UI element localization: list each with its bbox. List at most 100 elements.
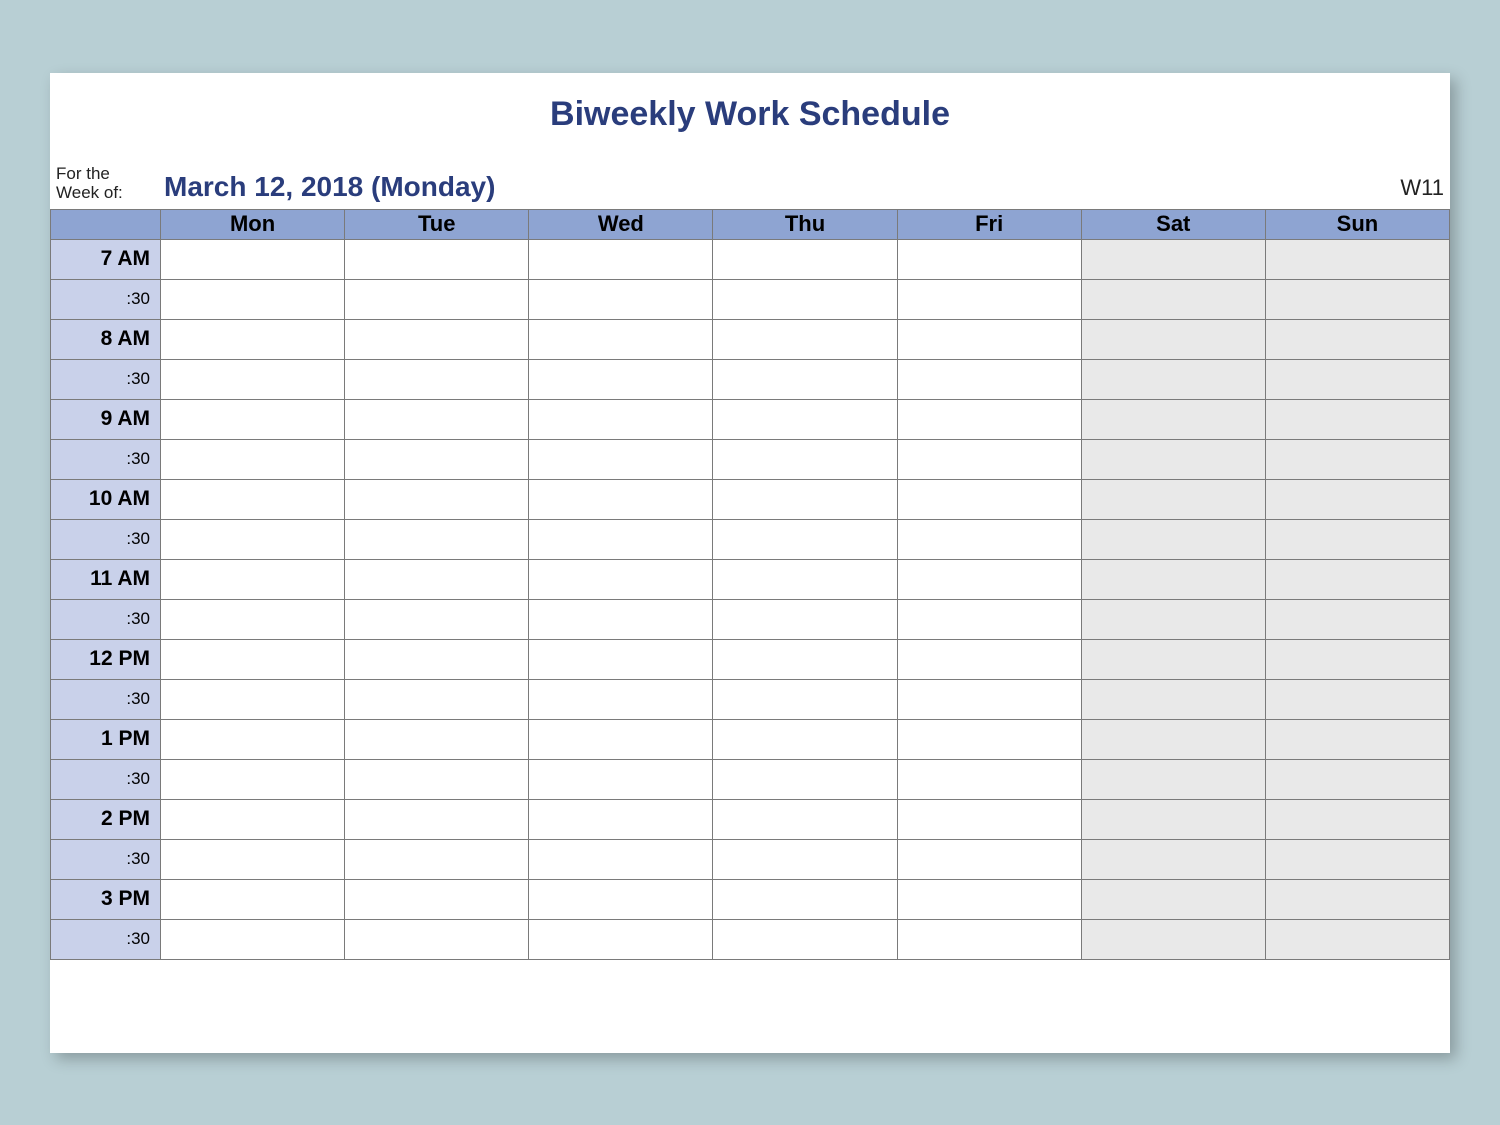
schedule-cell[interactable] <box>1081 399 1265 439</box>
schedule-cell[interactable] <box>1265 639 1449 679</box>
schedule-cell[interactable] <box>345 639 529 679</box>
schedule-cell[interactable] <box>713 839 897 879</box>
schedule-cell[interactable] <box>1265 679 1449 719</box>
schedule-cell[interactable] <box>1081 919 1265 959</box>
schedule-cell[interactable] <box>529 799 713 839</box>
schedule-cell[interactable] <box>1081 799 1265 839</box>
schedule-cell[interactable] <box>529 519 713 559</box>
schedule-cell[interactable] <box>897 439 1081 479</box>
schedule-cell[interactable] <box>161 399 345 439</box>
schedule-cell[interactable] <box>1265 399 1449 439</box>
schedule-cell[interactable] <box>345 879 529 919</box>
schedule-cell[interactable] <box>897 599 1081 639</box>
schedule-cell[interactable] <box>529 719 713 759</box>
schedule-cell[interactable] <box>1265 319 1449 359</box>
schedule-cell[interactable] <box>713 639 897 679</box>
schedule-cell[interactable] <box>345 839 529 879</box>
schedule-cell[interactable] <box>1081 359 1265 399</box>
schedule-cell[interactable] <box>529 599 713 639</box>
schedule-cell[interactable] <box>529 359 713 399</box>
schedule-cell[interactable] <box>529 839 713 879</box>
schedule-cell[interactable] <box>345 719 529 759</box>
schedule-cell[interactable] <box>1081 759 1265 799</box>
schedule-cell[interactable] <box>1265 239 1449 279</box>
schedule-cell[interactable] <box>713 479 897 519</box>
schedule-cell[interactable] <box>1081 879 1265 919</box>
schedule-cell[interactable] <box>1265 839 1449 879</box>
schedule-cell[interactable] <box>161 559 345 599</box>
schedule-cell[interactable] <box>161 639 345 679</box>
schedule-cell[interactable] <box>161 839 345 879</box>
schedule-cell[interactable] <box>529 759 713 799</box>
schedule-cell[interactable] <box>1081 319 1265 359</box>
schedule-cell[interactable] <box>345 799 529 839</box>
schedule-cell[interactable] <box>161 719 345 759</box>
schedule-cell[interactable] <box>345 279 529 319</box>
schedule-cell[interactable] <box>713 279 897 319</box>
schedule-cell[interactable] <box>713 679 897 719</box>
schedule-cell[interactable] <box>345 919 529 959</box>
schedule-cell[interactable] <box>1265 719 1449 759</box>
schedule-cell[interactable] <box>345 559 529 599</box>
schedule-cell[interactable] <box>161 479 345 519</box>
schedule-cell[interactable] <box>1081 719 1265 759</box>
schedule-cell[interactable] <box>161 879 345 919</box>
schedule-cell[interactable] <box>897 799 1081 839</box>
schedule-cell[interactable] <box>161 679 345 719</box>
schedule-cell[interactable] <box>529 679 713 719</box>
schedule-cell[interactable] <box>713 559 897 599</box>
schedule-cell[interactable] <box>161 519 345 559</box>
schedule-cell[interactable] <box>529 879 713 919</box>
schedule-cell[interactable] <box>345 239 529 279</box>
schedule-cell[interactable] <box>345 519 529 559</box>
schedule-cell[interactable] <box>529 639 713 679</box>
schedule-cell[interactable] <box>1265 599 1449 639</box>
schedule-cell[interactable] <box>1081 639 1265 679</box>
schedule-cell[interactable] <box>1265 479 1449 519</box>
schedule-cell[interactable] <box>713 879 897 919</box>
schedule-cell[interactable] <box>1265 279 1449 319</box>
schedule-cell[interactable] <box>897 319 1081 359</box>
schedule-cell[interactable] <box>713 919 897 959</box>
schedule-cell[interactable] <box>713 759 897 799</box>
schedule-cell[interactable] <box>529 479 713 519</box>
schedule-cell[interactable] <box>161 439 345 479</box>
schedule-cell[interactable] <box>897 839 1081 879</box>
schedule-cell[interactable] <box>897 879 1081 919</box>
schedule-cell[interactable] <box>161 919 345 959</box>
schedule-cell[interactable] <box>161 359 345 399</box>
schedule-cell[interactable] <box>713 519 897 559</box>
schedule-cell[interactable] <box>897 399 1081 439</box>
schedule-cell[interactable] <box>713 319 897 359</box>
schedule-cell[interactable] <box>897 919 1081 959</box>
schedule-cell[interactable] <box>161 599 345 639</box>
schedule-cell[interactable] <box>897 759 1081 799</box>
schedule-cell[interactable] <box>345 679 529 719</box>
schedule-cell[interactable] <box>161 239 345 279</box>
schedule-cell[interactable] <box>161 799 345 839</box>
schedule-cell[interactable] <box>1265 559 1449 599</box>
schedule-cell[interactable] <box>345 479 529 519</box>
schedule-cell[interactable] <box>345 319 529 359</box>
schedule-cell[interactable] <box>161 759 345 799</box>
schedule-cell[interactable] <box>713 439 897 479</box>
schedule-cell[interactable] <box>529 559 713 599</box>
schedule-cell[interactable] <box>897 559 1081 599</box>
schedule-cell[interactable] <box>529 239 713 279</box>
schedule-cell[interactable] <box>713 239 897 279</box>
schedule-cell[interactable] <box>713 719 897 759</box>
schedule-cell[interactable] <box>897 679 1081 719</box>
schedule-cell[interactable] <box>1265 799 1449 839</box>
schedule-cell[interactable] <box>1081 599 1265 639</box>
schedule-cell[interactable] <box>1081 479 1265 519</box>
schedule-cell[interactable] <box>1081 519 1265 559</box>
schedule-cell[interactable] <box>713 359 897 399</box>
schedule-cell[interactable] <box>529 399 713 439</box>
schedule-cell[interactable] <box>1265 439 1449 479</box>
schedule-cell[interactable] <box>345 439 529 479</box>
schedule-cell[interactable] <box>1265 759 1449 799</box>
schedule-cell[interactable] <box>897 239 1081 279</box>
schedule-cell[interactable] <box>713 399 897 439</box>
schedule-cell[interactable] <box>897 719 1081 759</box>
schedule-cell[interactable] <box>345 599 529 639</box>
